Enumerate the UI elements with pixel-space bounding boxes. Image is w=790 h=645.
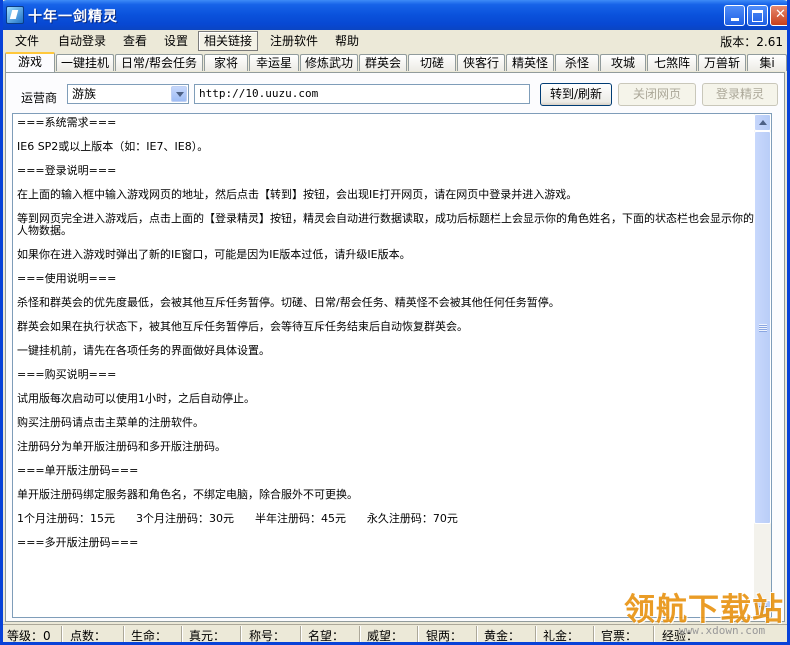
window-title: 十年一剑精灵 xyxy=(28,9,118,25)
scroll-thumb[interactable] xyxy=(754,131,771,524)
operator-label: 运营商 xyxy=(21,91,58,105)
grip-icon xyxy=(759,324,767,332)
status-giftgold: 礼金： xyxy=(543,629,580,643)
info-text: ===系统需求=== IE6 SP2或以上版本（如：IE7、IE8）。 ===登… xyxy=(17,117,757,561)
maximize-button[interactable] xyxy=(747,5,768,26)
menu-view[interactable]: 查看 xyxy=(118,32,152,50)
menu-settings[interactable]: 设置 xyxy=(159,32,193,50)
status-divider xyxy=(300,626,301,642)
close-icon: ✕ xyxy=(775,7,786,22)
status-hp: 生命： xyxy=(131,629,168,643)
status-divider xyxy=(181,626,182,642)
version-label: 版本：2.61 xyxy=(720,35,783,49)
status-divider xyxy=(240,626,241,642)
text-line: 一键挂机前，请先在各项任务的界面做好具体设置。 xyxy=(17,344,270,357)
menu-related-links[interactable]: 相关链接 xyxy=(198,31,259,51)
watermark-url: www.xdown.com xyxy=(679,624,766,637)
status-divider xyxy=(593,626,594,642)
title-bar[interactable]: 十年一剑精灵 ✕ xyxy=(3,0,787,30)
tab-strip: 游戏 一键挂机 日常/帮会任务 家将 幸运星 修炼武功 群英会 切磋 侠客行 精… xyxy=(3,52,787,72)
status-gold: 黄金： xyxy=(484,629,521,643)
menu-register[interactable]: 注册软件 xyxy=(265,32,323,50)
text-line: ===系统需求=== xyxy=(17,116,117,129)
menu-file[interactable]: 文件 xyxy=(10,32,44,50)
menu-bar: 文件 自动登录 查看 设置 相关链接 注册软件 帮助 版本：2.61 xyxy=(3,30,787,51)
text-line: 单开版注册码绑定服务器和角色名，不绑定电脑，除合服外不可更换。 xyxy=(17,488,358,501)
text-line: ===登录说明=== xyxy=(17,164,117,177)
game-tab-panel: 运营商 游族 http://10.uuzu.com 转到/刷新 关闭网页 登录精… xyxy=(5,72,785,622)
tab-kill-monster[interactable]: 杀怪 xyxy=(555,54,599,71)
status-title: 称号： xyxy=(249,629,286,643)
url-input[interactable]: http://10.uuzu.com xyxy=(194,84,530,104)
tab-qisha[interactable]: 七煞阵 xyxy=(647,54,697,71)
maximize-icon xyxy=(752,10,763,22)
text-line: ===使用说明=== xyxy=(17,272,117,285)
text-line: ===单开版注册码=== xyxy=(17,464,139,477)
login-sprite-button[interactable]: 登录精灵 xyxy=(702,83,778,106)
menu-auto-login[interactable]: 自动登录 xyxy=(53,32,111,50)
watermark-text: 领航下载站 xyxy=(624,592,784,628)
tab-lucky-star[interactable]: 幸运星 xyxy=(249,54,299,71)
text-line: 试用版每次启动可以使用1小时，之后自动停止。 xyxy=(17,392,255,405)
text-line: 杀怪和群英会的优先度最低，会被其他互斥任务暂停。切磋、日常/帮会任务、精英怪不会… xyxy=(17,296,560,309)
text-line: 在上面的输入框中输入游戏网页的地址，然后点击【转到】按钮，会出现IE打开网页，请… xyxy=(17,188,578,201)
text-line: 群英会如果在执行状态下，被其他互斥任务暂停后，会等待互斥任务结束后自动恢复群英会… xyxy=(17,320,468,333)
close-page-button[interactable]: 关闭网页 xyxy=(618,83,696,106)
status-divider xyxy=(476,626,477,642)
tab-spar[interactable]: 切磋 xyxy=(408,54,456,71)
text-line: 如果你在进入游戏时弹出了新的IE窗口，可能是因为IE版本过低，请升级IE版本。 xyxy=(17,248,411,261)
status-zhenyuan: 真元： xyxy=(189,629,226,643)
tab-siege[interactable]: 攻城 xyxy=(600,54,646,71)
status-prestige: 威望： xyxy=(367,629,404,643)
text-line: 注册码分为单开版注册码和多开版注册码。 xyxy=(17,440,226,453)
chevron-down-icon[interactable] xyxy=(171,86,187,102)
status-fame: 名望： xyxy=(308,629,345,643)
tab-more[interactable]: 集i xyxy=(747,54,787,71)
status-divider xyxy=(535,626,536,642)
status-divider xyxy=(359,626,360,642)
app-icon xyxy=(6,6,24,24)
vertical-scrollbar[interactable] xyxy=(754,114,771,617)
watermark-logo: 领航下载站 www.xdown.com xyxy=(624,584,784,640)
text-line: 1个月注册码：15元 3个月注册码：30元 半年注册码：45元 永久注册码：70… xyxy=(17,512,458,525)
status-divider xyxy=(61,626,62,642)
tab-elite[interactable]: 精英怪 xyxy=(506,54,554,71)
text-line: IE6 SP2或以上版本（如：IE7、IE8）。 xyxy=(17,140,209,153)
status-silver: 银两： xyxy=(426,629,463,643)
status-divider xyxy=(417,626,418,642)
tab-xiake[interactable]: 侠客行 xyxy=(457,54,505,71)
status-divider xyxy=(123,626,124,642)
tab-jiajiang[interactable]: 家将 xyxy=(204,54,248,71)
tab-cultivate[interactable]: 修炼武功 xyxy=(300,54,358,71)
scroll-up-icon[interactable] xyxy=(754,114,771,131)
tab-game[interactable]: 游戏 xyxy=(5,52,55,72)
info-textarea[interactable]: ===系统需求=== IE6 SP2或以上版本（如：IE7、IE8）。 ===登… xyxy=(12,113,772,618)
operator-select[interactable]: 游族 xyxy=(67,84,189,104)
text-line: 购买注册码请点击主菜单的注册软件。 xyxy=(17,416,204,429)
operator-value: 游族 xyxy=(72,87,97,101)
tab-daily-guild[interactable]: 日常/帮会任务 xyxy=(115,54,203,71)
status-points: 点数： xyxy=(70,629,107,643)
tab-wanshou[interactable]: 万兽斩 xyxy=(698,54,746,71)
tab-one-key[interactable]: 一键挂机 xyxy=(56,54,114,71)
status-level: 等级：0 xyxy=(7,629,51,643)
minimize-icon xyxy=(730,18,739,21)
minimize-button[interactable] xyxy=(724,5,745,26)
main-window: 十年一剑精灵 ✕ 文件 自动登录 查看 设置 相关链接 注册软件 帮助 版本：2… xyxy=(0,0,790,645)
menu-help[interactable]: 帮助 xyxy=(330,32,364,50)
text-line: ===多开版注册码=== xyxy=(17,536,139,549)
text-line: ===购买说明=== xyxy=(17,368,117,381)
go-refresh-button[interactable]: 转到/刷新 xyxy=(540,83,612,106)
tab-heroes[interactable]: 群英会 xyxy=(359,54,407,71)
text-line: 等到网页完全进入游戏后，点击上面的【登录精灵】按钮，精灵会自动进行数据读取，成功… xyxy=(17,212,754,237)
close-button[interactable]: ✕ xyxy=(770,5,787,26)
